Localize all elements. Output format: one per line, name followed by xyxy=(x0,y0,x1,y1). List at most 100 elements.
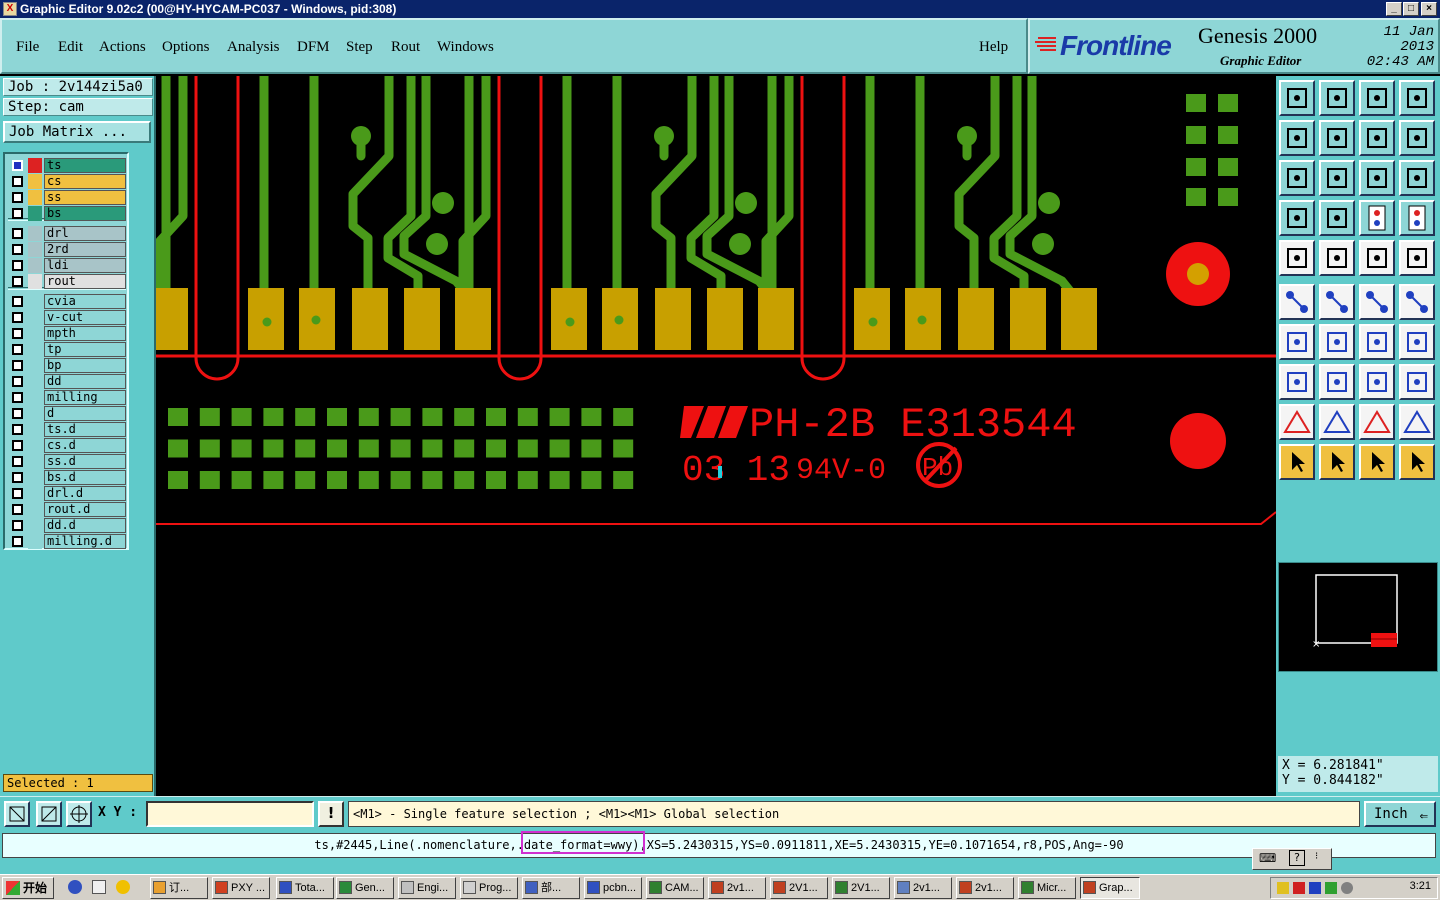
layer-checkbox[interactable] xyxy=(12,376,23,387)
layer-checkbox[interactable] xyxy=(12,456,23,467)
taskbar-button[interactable]: Gen... xyxy=(336,877,394,899)
menu-analysis[interactable]: Analysis xyxy=(227,39,280,56)
taskbar-button[interactable]: PXY ... xyxy=(212,877,270,899)
layer-checkbox[interactable] xyxy=(12,536,23,547)
layer-row-bp[interactable]: bp xyxy=(8,358,126,373)
layer-row-rout.d[interactable]: rout.d xyxy=(8,502,126,517)
overview-map[interactable]: × xyxy=(1278,562,1438,672)
layer-row-bs.d[interactable]: bs.d xyxy=(8,470,126,485)
layer-row-mpth[interactable]: mpth xyxy=(8,326,126,341)
layer-row-cs[interactable]: cs xyxy=(8,174,126,189)
pointer-4-button[interactable] xyxy=(1399,444,1435,480)
taskbar-button[interactable]: pcbn... xyxy=(584,877,642,899)
layer-row-tp[interactable]: tp xyxy=(8,342,126,357)
tools-button[interactable] xyxy=(1279,200,1315,236)
move-button[interactable] xyxy=(1319,284,1355,320)
layer-checkbox[interactable] xyxy=(12,328,23,339)
pointer-1-button[interactable] xyxy=(1279,444,1315,480)
desktop-icon[interactable] xyxy=(92,880,106,894)
swap-button[interactable] xyxy=(1359,120,1395,156)
tray-icon-4[interactable] xyxy=(1325,882,1337,894)
rotate-button[interactable] xyxy=(1359,284,1395,320)
layer-row-dd[interactable]: dd xyxy=(8,374,126,389)
menu-help[interactable]: Help xyxy=(979,39,1008,56)
layer-row-rout[interactable]: rout xyxy=(8,274,126,289)
quicklaunch-icon[interactable] xyxy=(116,880,130,894)
layer-checkbox[interactable] xyxy=(12,312,23,323)
triangle-1-button[interactable] xyxy=(1279,404,1315,440)
close-button[interactable]: × xyxy=(1421,2,1437,16)
ruler-button[interactable] xyxy=(1359,240,1395,276)
taskbar-button[interactable]: 部... xyxy=(522,877,580,899)
pointer-3-button[interactable] xyxy=(1359,444,1395,480)
pointer-2-button[interactable] xyxy=(1319,444,1355,480)
taskbar-button[interactable]: Prog... xyxy=(460,877,518,899)
layer-checkbox[interactable] xyxy=(12,504,23,515)
fit-button[interactable] xyxy=(1279,160,1315,196)
taskbar-button[interactable]: 2V1... xyxy=(832,877,890,899)
layer-row-v-cut[interactable]: v-cut xyxy=(8,310,126,325)
scale-1-2-button[interactable] xyxy=(1359,160,1395,196)
text-tool-button[interactable] xyxy=(1399,324,1435,360)
layer-checkbox[interactable] xyxy=(12,344,23,355)
triangle-2-button[interactable] xyxy=(1319,404,1355,440)
layer-checkbox[interactable] xyxy=(12,276,23,287)
menu-step[interactable]: Step xyxy=(346,39,373,56)
taskbar-button[interactable]: Engi... xyxy=(398,877,456,899)
add-pad-button[interactable] xyxy=(1279,364,1315,400)
help-query-button[interactable] xyxy=(1399,160,1435,196)
xy-input[interactable] xyxy=(146,801,314,827)
menu-dfm[interactable]: DFM xyxy=(297,39,330,56)
layer-row-milling[interactable]: milling xyxy=(8,390,126,405)
snap-button[interactable] xyxy=(1319,200,1355,236)
layer-row-ss.d[interactable]: ss.d xyxy=(8,454,126,469)
layer-row-milling.d[interactable]: milling.d xyxy=(8,534,126,549)
layer-checkbox[interactable] xyxy=(12,360,23,371)
minimize-button[interactable]: _ xyxy=(1386,2,1402,16)
taskbar-button[interactable]: 2v1... xyxy=(894,877,952,899)
unit-selector[interactable]: Inch ⇐ xyxy=(1364,801,1436,827)
triangle-4-button[interactable] xyxy=(1399,404,1435,440)
layer-row-dd.d[interactable]: dd.d xyxy=(8,518,126,533)
layer-checkbox[interactable] xyxy=(12,176,23,187)
graphic-canvas[interactable]: PH-2B E313544 03 13 94V-0 Pb xyxy=(156,76,1276,796)
tray-icon-2[interactable] xyxy=(1293,882,1305,894)
grid-button[interactable] xyxy=(66,801,92,827)
measure-button[interactable] xyxy=(1359,364,1395,400)
menu-windows[interactable]: Windows xyxy=(437,39,494,56)
taskbar-button[interactable]: Grap... xyxy=(1080,877,1140,899)
taskbar-button[interactable]: 订... xyxy=(150,877,208,899)
taskbar-button[interactable]: Tota... xyxy=(276,877,334,899)
layer-row-ts.d[interactable]: ts.d xyxy=(8,422,126,437)
keyboard-icon[interactable]: ⌨ xyxy=(1259,851,1276,865)
layer-row-bs[interactable]: bs xyxy=(8,206,126,221)
taskbar-button[interactable]: Micr... xyxy=(1018,877,1076,899)
menu-options[interactable]: Options xyxy=(162,39,210,56)
slash-tool-button[interactable] xyxy=(1319,324,1355,360)
home-button[interactable] xyxy=(1359,80,1395,116)
layer-row-drl[interactable]: drl xyxy=(8,226,126,241)
display-1-button[interactable] xyxy=(1359,200,1395,236)
pan-right-button[interactable] xyxy=(1319,120,1355,156)
open-job-button[interactable] xyxy=(1279,80,1315,116)
center-button[interactable] xyxy=(1319,160,1355,196)
window-button[interactable] xyxy=(1399,80,1435,116)
taskbar-button[interactable]: 2v1... xyxy=(708,877,766,899)
menu-actions[interactable]: Actions xyxy=(99,39,146,56)
job-matrix-button[interactable]: Job Matrix ... xyxy=(3,121,151,143)
cut-button[interactable] xyxy=(1319,364,1355,400)
scroll-button[interactable] xyxy=(1399,120,1435,156)
taskbar-button[interactable]: CAM... xyxy=(646,877,704,899)
circle-button[interactable] xyxy=(1399,240,1435,276)
taskbar-button[interactable]: 2V1... xyxy=(770,877,828,899)
tray-icon-3[interactable] xyxy=(1309,882,1321,894)
triangle-3-button[interactable] xyxy=(1359,404,1395,440)
tray-icon-1[interactable] xyxy=(1277,882,1289,894)
measure-button[interactable] xyxy=(36,801,62,827)
layer-row-2rd[interactable]: 2rd xyxy=(8,242,126,257)
menu-edit[interactable]: Edit xyxy=(58,39,83,56)
layer-checkbox[interactable] xyxy=(12,488,23,499)
layer-checkbox[interactable] xyxy=(12,244,23,255)
layer-checkbox[interactable] xyxy=(12,296,23,307)
layer-row-drl.d[interactable]: drl.d xyxy=(8,486,126,501)
